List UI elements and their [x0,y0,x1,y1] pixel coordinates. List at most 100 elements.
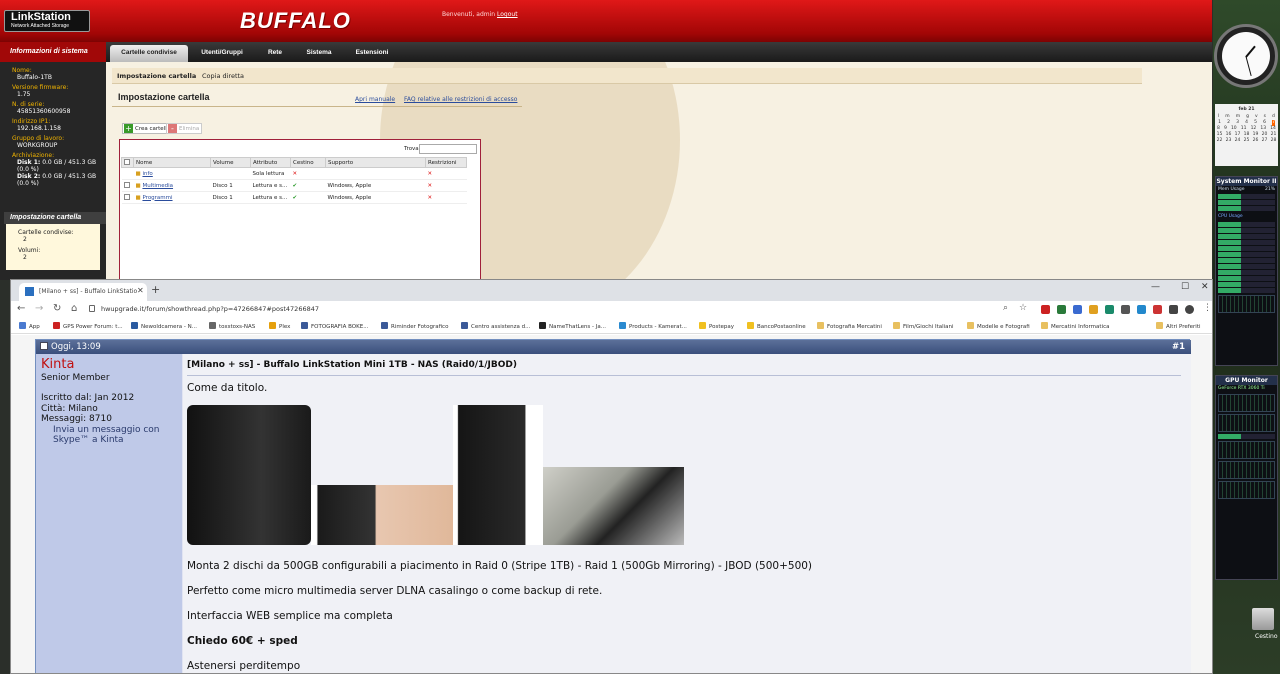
cpu-core-bar [1218,288,1275,293]
maximize-icon[interactable]: ☐ [1181,282,1189,292]
col-header[interactable]: Nome [133,157,211,168]
username[interactable]: Kinta [41,358,182,370]
bookmark[interactable]: FOTOGRAFIA BOKE... [301,322,368,330]
minimize-icon[interactable]: — [1151,282,1160,292]
side-section-title: Impostazione cartella [4,212,106,224]
tab-estensioni[interactable]: Estensioni [350,45,394,62]
bookmark[interactable]: Riminder Fotografico [381,322,448,330]
bookmark-star-icon[interactable]: ☆ [1019,303,1027,313]
folder-link[interactable]: Programmi [142,195,172,201]
gpu-name: GeForce RTX 3060 Ti [1218,386,1265,391]
checkbox[interactable] [124,158,130,165]
menu-icon[interactable]: ⋮ [1203,303,1212,313]
forward-icon[interactable]: → [35,303,43,314]
bookmark-folder[interactable]: Mercatini Informatica [1041,322,1110,330]
folder-link[interactable]: Multimedia [142,183,173,189]
tab-sistema[interactable]: Sistema [300,45,338,62]
lock-icon[interactable] [89,305,95,312]
post-number[interactable]: #1 [1172,342,1185,352]
bookmark[interactable]: Centro assistenza d... [461,322,530,330]
zoom-icon[interactable]: ⌕ [1003,303,1008,313]
find-input[interactable] [419,144,477,154]
bookmark-label: Plex [279,324,291,330]
col-header[interactable]: Attributo [250,157,291,168]
system-monitor-gadget[interactable]: System Monitor II Mem Usage 21% CPU Usage [1215,176,1278,366]
profile-avatar[interactable] [1185,305,1194,314]
col-header[interactable]: Restrizioni [425,157,467,168]
gpu-load-graph [1218,414,1275,432]
bookmark-folder[interactable]: Film/Giochi Italiani [893,322,954,330]
tab-rete[interactable]: Rete [258,45,292,62]
bookmark-apps[interactable]: App [19,322,40,330]
apps-icon [19,322,26,329]
clock-gadget[interactable] [1214,24,1278,88]
back-icon[interactable]: ← [17,303,25,314]
delete-button[interactable]: Elimina [166,123,203,134]
bookmark[interactable]: GPS Power Forum: t... [53,322,123,330]
logout-link[interactable]: Logout [497,11,518,18]
new-tab-icon[interactable]: + [151,283,160,296]
bookmark-icon [539,322,546,329]
extension-icon[interactable] [1137,305,1146,314]
bookmark[interactable]: Plex [269,322,290,330]
bookmark[interactable]: Newoldcamera - N... [131,322,197,330]
bookmark[interactable]: toxstoxs-NAS [209,322,255,330]
recycle-bin-icon[interactable] [1252,608,1274,630]
extension-icon[interactable] [1057,305,1066,314]
col-header[interactable]: Cestino [290,157,326,168]
faq-link[interactable]: FAQ relative alle restrizioni di accesso [404,96,517,103]
extension-icon[interactable] [1089,305,1098,314]
welcome-text: Benvenuti, admin Logout [442,11,518,18]
tab-utenti-gruppi[interactable]: Utenti/Gruppi [192,45,252,62]
table-row[interactable]: ■ info Sola lettura ✕ ✕ [121,167,467,180]
name-cell: ■ Multimedia [133,179,211,192]
checkbox[interactable] [123,181,130,188]
col-header[interactable]: Supporto [325,157,426,168]
subtab-direct-copy[interactable]: Copia diretta [202,72,244,80]
col-header[interactable]: Volume [210,157,251,168]
product-photo[interactable] [543,467,684,545]
close-window-icon[interactable]: ✕ [1201,282,1209,292]
bookmark[interactable]: Postepay [699,322,734,330]
extension-icon[interactable] [1153,305,1162,314]
bookmark[interactable]: Products - Kamerat... [619,322,687,330]
browser-tab[interactable]: [Milano + ss] - Buffalo LinkStatio ✕ [19,283,147,301]
extension-icon[interactable] [1121,305,1130,314]
bookmark-label: GPS Power Forum: t... [63,324,123,330]
mem-bar [1218,194,1275,199]
bookmark[interactable]: BancoPostaonline [747,322,806,330]
post-line: Chiedo 60€ + sped [187,635,298,647]
folder-link[interactable]: info [142,171,152,177]
restrict-cell: ✕ [425,179,467,192]
product-photo[interactable] [453,405,543,545]
subtab-folder-settings[interactable]: Impostazione cartella [117,72,196,80]
extension-icon[interactable] [1041,305,1050,314]
calendar-gadget[interactable]: feb 21 lmmgvsd 1234567 8 9 10 11 12 13 14 15 16… [1215,104,1278,166]
cpu-core-bar [1218,228,1275,233]
user-role: Senior Member [41,372,110,383]
reload-icon[interactable]: ↻ [53,303,61,314]
linkstation-logo[interactable]: LinkStation Network Attached Storage [4,10,90,32]
bookmark-folder[interactable]: Modelle e Fotografi [967,322,1030,330]
product-photo[interactable] [187,405,311,545]
extension-icon[interactable] [1073,305,1082,314]
bookmark-folder[interactable]: Fotografia Mercatini [817,322,882,330]
address-bar[interactable]: hwupgrade.it/forum/showthread.php?p=4726… [101,305,319,313]
other-bookmarks[interactable]: Altri Preferiti [1156,322,1201,330]
tab-title: [Milano + ss] - Buffalo LinkStatio [39,288,138,295]
extension-icon[interactable] [1105,305,1114,314]
home-icon[interactable]: ⌂ [71,303,77,314]
checkbox[interactable] [123,193,130,200]
bookmark-icon [131,322,138,329]
tab-cartelle-condivise[interactable]: Cartelle condivise [110,45,188,62]
extensions-puzzle-icon[interactable] [1169,305,1178,314]
open-manual-link[interactable]: Apri manuale [355,96,395,103]
select-all-cell[interactable] [121,157,134,168]
bookmark[interactable]: NameThatLens - Ja... [539,322,606,330]
close-tab-icon[interactable]: ✕ [137,286,144,295]
skype-link[interactable]: Invia un messaggio con Skype™ a Kinta [41,425,182,446]
gpu-monitor-gadget[interactable]: GPU Monitor GeForce RTX 3060 Ti [1215,375,1278,580]
product-photo[interactable] [311,485,453,545]
table-row[interactable]: ■ Programmi Disco 1 Lettura e s... ✔ Win… [121,191,467,204]
table-row[interactable]: ■ Multimedia Disco 1 Lettura e s... ✔ Wi… [121,179,467,192]
